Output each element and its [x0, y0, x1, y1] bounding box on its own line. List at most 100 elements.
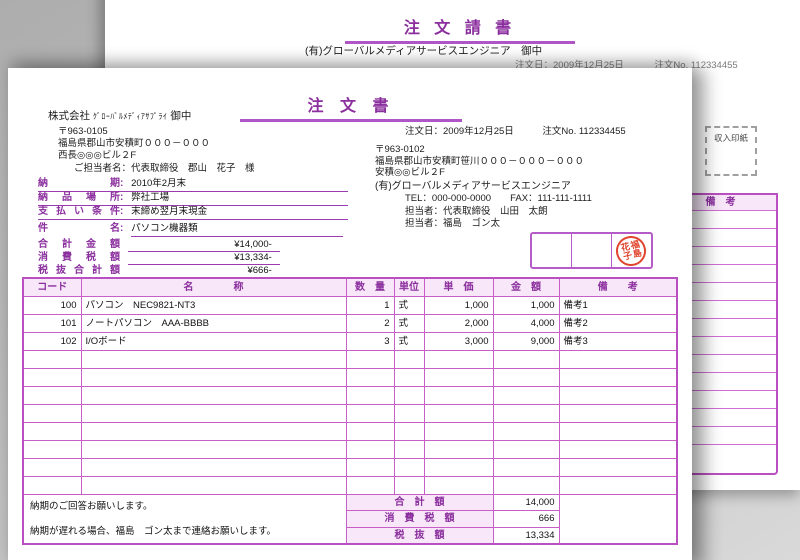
cell-qty: 3 — [346, 333, 394, 351]
col-header-code: コード — [23, 278, 81, 297]
term-colon: : — [120, 178, 123, 189]
order-date: 注文日：2009年12月25日 — [405, 126, 514, 137]
cell-qty: 1 — [346, 297, 394, 315]
cell-name: I/Oボード — [81, 333, 346, 351]
issuer-block: 〒963-0102 福島県郡山市安積町笹川０００－０００－０００ 安積◎◎ビル２… — [375, 144, 592, 230]
subject-row: 件名: パソコン機器類 — [38, 223, 343, 236]
col-header-price: 単 価 — [424, 278, 493, 297]
cell-price: 1,000 — [424, 297, 493, 315]
col-header-unit: 単位 — [394, 278, 424, 297]
revenue-stamp-box: 収入印紙 — [705, 126, 757, 176]
cell-remarks: 備考1 — [559, 297, 677, 315]
table-row: 101 ノートパソコン AAA-BBBB 2 式 2,000 4,000 備考2 — [23, 315, 677, 333]
recipient-contact: ご担当者名：代表取締役 郡山 花子 様 — [74, 163, 255, 175]
cell-name: ノートパソコン AAA-BBBB — [81, 315, 346, 333]
table-row-empty — [23, 369, 677, 387]
recipient-postal: 〒963-0105 — [58, 126, 255, 138]
amount-row-tax: 消費税額 ¥13,334- — [38, 252, 280, 265]
approval-cell-3: 福島花子 — [611, 234, 651, 267]
cell-name: パソコン NEC9821-NT3 — [81, 297, 346, 315]
col-header-name: 名 称 — [81, 278, 346, 297]
amount-value: ¥13,334- — [128, 252, 280, 265]
recipient-company-kana: ｸﾞﾛｰﾊﾞﾙﾒﾃﾞｨｱｻﾌﾟﾗｲ — [93, 112, 168, 121]
table-row: 102 I/Oボード 3 式 3,000 9,000 備考3 — [23, 333, 677, 351]
table-row-empty — [23, 477, 677, 495]
subject-value: パソコン機器類 — [131, 223, 343, 237]
approval-cell-2 — [571, 234, 611, 267]
order-number: 注文No. 112334455 — [542, 126, 625, 137]
approval-cell-1 — [532, 234, 571, 267]
purchase-order-sheet: 注 文 書 株式会社 ｸﾞﾛｰﾊﾞﾙﾒﾃﾞｨｱｻﾌﾟﾗｲ 御中 〒963-010… — [8, 68, 692, 560]
approval-stamp-boxes: 福島花子 — [530, 232, 653, 269]
cell-remarks: 備考2 — [559, 315, 677, 333]
recipient-company-line: 株式会社 ｸﾞﾛｰﾊﾞﾙﾒﾃﾞｨｱｻﾌﾟﾗｲ 御中 — [48, 110, 255, 123]
term-row-delivery-date: 納期: 2010年2月末 — [38, 178, 348, 192]
cell-unit: 式 — [394, 333, 424, 351]
table-row-empty — [23, 405, 677, 423]
cell-amount: 9,000 — [493, 333, 559, 351]
cell-amount: 1,000 — [493, 297, 559, 315]
amount-label: 合計金額 — [38, 239, 120, 251]
recipient-block: 株式会社 ｸﾞﾛｰﾊﾞﾙﾒﾃﾞｨｱｻﾌﾟﾗｲ 御中 〒963-0105 福島県郡… — [48, 110, 255, 175]
amount-row-total: 合計金額 ¥14,000- — [38, 239, 280, 252]
issuer-company: (有)グローバルメディアサービスエンジニア — [375, 181, 592, 193]
notes-cell: 納期のご回答お願いします。 納期が遅れる場合、福島 ゴン太まで連絡お願いします。 — [23, 495, 346, 545]
col-header-amount: 金 額 — [493, 278, 559, 297]
cell-remarks: 備考3 — [559, 333, 677, 351]
col-header-remarks: 備 考 — [559, 278, 677, 297]
issuer-representative-1: 担当者：代表取締役 山田 太朗 — [405, 206, 592, 218]
items-empty-rows — [23, 351, 677, 495]
hanko-seal: 福島花子 — [613, 233, 649, 269]
term-value: 末締め翌月末現金 — [131, 206, 207, 217]
note-line-2: 納期が遅れる場合、福島 ゴン太まで連絡お願いします。 — [30, 524, 340, 539]
cell-unit: 式 — [394, 297, 424, 315]
hanko-seal-text: 福島花子 — [619, 238, 643, 263]
total-label: 税 抜 額 — [346, 527, 493, 544]
cell-qty: 2 — [346, 315, 394, 333]
totals-remarks-cell — [559, 495, 677, 545]
term-colon: : — [120, 192, 123, 203]
subject-colon: : — [120, 223, 123, 234]
cell-price: 2,000 — [424, 315, 493, 333]
recipient-address1: 福島県郡山市安積町０００－０００ — [58, 138, 255, 150]
table-row-empty — [23, 387, 677, 405]
desktop-background: 注 文 請 書 (有)グローバルメディアサービスエンジニア 御中 注文日：200… — [0, 0, 800, 560]
issuer-postal: 〒963-0102 — [375, 144, 592, 156]
items-header-row: コード 名 称 数 量 単位 単 価 金 額 備 考 — [23, 278, 677, 297]
term-row-payment-terms: 支払い条件: 末締め翌月末現金 — [38, 206, 348, 220]
cell-price: 3,000 — [424, 333, 493, 351]
recipient-honorific: 御中 — [170, 110, 191, 122]
recipient-address2: 西長◎◎◎ビル２F — [58, 150, 255, 162]
cell-code: 102 — [23, 333, 81, 351]
doc-title: 注 文 書 — [240, 92, 462, 122]
issuer-tel-fax: TEL：000-000-0000 FAX：111-111-1111 — [405, 193, 592, 205]
term-value: 2010年2月末 — [131, 178, 186, 189]
issuer-representative-2: 担当者：福島 ゴン太 — [405, 218, 592, 230]
amount-label: 消費税額 — [38, 252, 120, 264]
totals-row-total: 納期のご回答お願いします。 納期が遅れる場合、福島 ゴン太まで連絡お願いします。… — [23, 495, 677, 511]
total-label: 合 計 額 — [346, 495, 493, 511]
term-colon: : — [120, 206, 123, 217]
cell-code: 101 — [23, 315, 81, 333]
table-row: 100 パソコン NEC9821-NT3 1 式 1,000 1,000 備考1 — [23, 297, 677, 315]
issuer-address1: 福島県郡山市安積町笹川０００－０００－０００ — [375, 156, 592, 168]
term-value: 弊社工場 — [131, 192, 169, 203]
total-value: 14,000 — [493, 495, 559, 511]
total-value: 666 — [493, 511, 559, 527]
revenue-stamp-label: 収入印紙 — [714, 133, 748, 143]
cell-code: 100 — [23, 297, 81, 315]
term-label: 納品場所 — [38, 192, 120, 204]
total-value: 13,334 — [493, 527, 559, 544]
amount-label: 税抜合計額 — [38, 265, 120, 277]
cell-unit: 式 — [394, 315, 424, 333]
order-meta-line: 注文日：2009年12月25日 注文No. 112334455 — [405, 123, 626, 137]
recipient-company-prefix: 株式会社 — [48, 110, 90, 122]
term-label: 納期 — [38, 178, 120, 190]
cell-amount: 4,000 — [493, 315, 559, 333]
table-row-empty — [23, 351, 677, 369]
items-table: コード 名 称 数 量 単位 単 価 金 額 備 考 100 パソコン NEC9… — [22, 277, 678, 545]
subject-label: 件名 — [38, 223, 120, 235]
issuer-address2: 安積◎◎ビル２F — [375, 167, 592, 179]
term-label: 支払い条件 — [38, 206, 120, 218]
total-label: 消 費 税 額 — [346, 511, 493, 527]
